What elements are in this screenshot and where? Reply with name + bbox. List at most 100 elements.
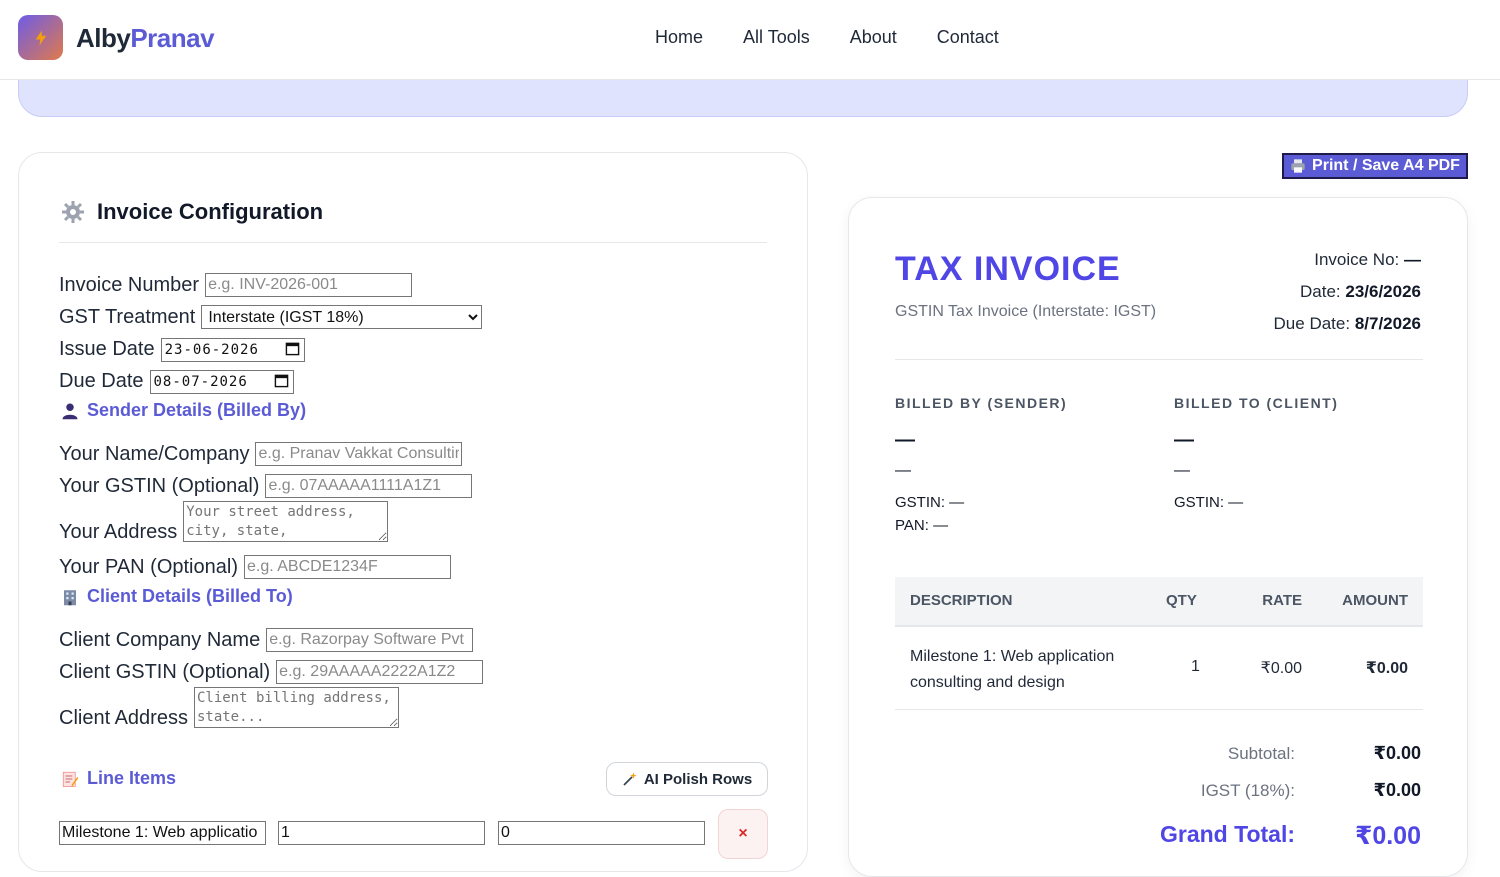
billed-to-name: — (1174, 429, 1194, 451)
due-date-label: Due Date (59, 370, 144, 392)
billed-by-pan: PAN: — (895, 517, 949, 534)
grand-total-value: ₹0.00 (1354, 822, 1421, 850)
magic-wand-icon (623, 772, 637, 786)
client-name-row: Client Company Name (59, 628, 474, 652)
subtotal-value: ₹0.00 (1373, 743, 1421, 763)
sender-pan-row: Your PAN (Optional) (59, 555, 451, 579)
invoice-subtitle: GSTIN Tax Invoice (Interstate: IGST) (895, 303, 1157, 320)
nav-all-tools[interactable]: All Tools (743, 27, 810, 48)
nav-contact[interactable]: Contact (937, 27, 999, 48)
line-item-rate-input[interactable] (498, 821, 705, 845)
ai-polish-label: AI Polish Rows (643, 770, 753, 788)
col-amount: AMOUNT (1342, 592, 1408, 609)
col-qty: QTY (1166, 592, 1197, 609)
gear-icon (62, 201, 84, 223)
divider (59, 242, 767, 243)
due-date-input[interactable] (149, 370, 294, 394)
office-building-icon (64, 589, 76, 605)
ai-polish-button[interactable]: AI Polish Rows (606, 762, 768, 796)
billed-to-block: BILLED TO (CLIENT) — — GSTIN: — (1174, 395, 1414, 511)
sender-pan-label: Your PAN (Optional) (59, 555, 238, 578)
close-icon: × (738, 825, 748, 842)
billed-by-heading: BILLED BY (SENDER) (895, 395, 1068, 411)
sender-gstin-label: Your GSTIN (Optional) (59, 474, 260, 497)
invoice-config-panel: Invoice Configuration Invoice Number GST… (18, 152, 808, 872)
sender-section-heading: Sender Details (Billed By) (61, 400, 306, 421)
invoice-number-row: Invoice Number (59, 273, 413, 297)
printer-icon (1291, 159, 1305, 173)
billed-by-block: BILLED BY (SENDER) — — GSTIN: — PAN: — (895, 395, 1135, 534)
billed-to-address: — (1174, 462, 1190, 479)
col-description: DESCRIPTION (910, 592, 1013, 609)
table-row: Milestone 1: Web application consulting … (895, 627, 1423, 710)
client-gstin-row: Client GSTIN (Optional) (59, 660, 484, 684)
invoice-due-label: Due Date: (1273, 314, 1351, 333)
grand-total-label: Grand Total: (1159, 821, 1295, 847)
divider (895, 359, 1423, 360)
client-name-input[interactable] (266, 628, 474, 652)
line-items-heading: Line Items (61, 768, 176, 789)
invoice-no-value: — (1404, 250, 1421, 269)
line-item-qty-input[interactable] (278, 821, 485, 845)
sender-gstin-input[interactable] (265, 474, 473, 498)
invoice-number-label: Invoice Number (59, 273, 200, 296)
sender-pan-input[interactable] (243, 555, 451, 579)
invoice-no-label: Invoice No: (1314, 250, 1400, 269)
line-item-description-input[interactable] (59, 821, 266, 845)
issue-date-input[interactable] (160, 338, 305, 362)
sender-name-label: Your Name/Company (59, 442, 250, 465)
calendar-icon[interactable] (285, 341, 300, 356)
client-name-label: Client Company Name (59, 628, 261, 651)
sender-address-label: Your Address (59, 521, 178, 543)
billed-by-gstin: GSTIN: — (895, 494, 965, 511)
client-gstin-label: Client GSTIN (Optional) (59, 660, 271, 683)
config-title-text: Invoice Configuration (97, 199, 324, 224)
sender-section-text: Sender Details (Billed By) (87, 400, 307, 420)
brand-part-2: Pranav (130, 23, 215, 53)
client-address-textarea[interactable] (193, 687, 399, 728)
issue-date-row: Issue Date (59, 337, 305, 362)
invoice-preview: TAX INVOICE GSTIN Tax Invoice (Interstat… (848, 197, 1468, 877)
config-title: Invoice Configuration (61, 199, 323, 225)
client-section-text: Client Details (Billed To) (87, 586, 293, 606)
row-amount: ₹0.00 (1365, 660, 1408, 677)
col-rate: RATE (1262, 592, 1302, 609)
sender-gstin-row: Your GSTIN (Optional) (59, 474, 473, 498)
invoice-meta: Invoice No: — Date: 23/6/2026 Due Date: … (1274, 244, 1421, 340)
invoice-date-value: 23/6/2026 (1345, 282, 1421, 301)
billed-to-gstin: GSTIN: — (1174, 494, 1244, 511)
memo-icon (62, 771, 79, 787)
row-qty: 1 (1191, 658, 1200, 675)
subtotal-label: Subtotal: (1227, 744, 1295, 763)
client-section-heading: Client Details (Billed To) (61, 586, 293, 607)
sender-address-row: Your Address (59, 501, 389, 543)
invoice-date-label: Date: (1299, 282, 1341, 301)
print-save-pdf-button[interactable]: Print / Save A4 PDF (1282, 153, 1468, 179)
billed-by-address: — (895, 462, 911, 479)
client-gstin-input[interactable] (276, 660, 484, 684)
invoice-number-input[interactable] (205, 273, 413, 297)
line-items-text: Line Items (87, 768, 177, 788)
client-address-label: Client Address (59, 707, 188, 729)
billed-by-name: — (895, 429, 915, 451)
sender-name-input[interactable] (255, 442, 463, 466)
due-date-row: Due Date (59, 369, 294, 394)
items-table-header: DESCRIPTION QTY RATE AMOUNT (895, 577, 1423, 627)
gst-treatment-select[interactable]: Interstate (IGST 18%) (201, 305, 483, 329)
sender-name-row: Your Name/Company (59, 442, 463, 466)
main-nav: Home All Tools About Contact (655, 27, 999, 48)
nav-home[interactable]: Home (655, 27, 703, 48)
row-description: Milestone 1: Web application consulting … (910, 648, 1115, 691)
sender-address-textarea[interactable] (183, 501, 389, 542)
nav-about[interactable]: About (850, 27, 897, 48)
billed-to-heading: BILLED TO (CLIENT) (1174, 395, 1339, 411)
invoice-title: TAX INVOICE (895, 250, 1121, 288)
brand-name[interactable]: AlbyPranav (76, 23, 215, 54)
logo-bolt-icon[interactable] (18, 15, 63, 60)
row-rate: ₹0.00 (1260, 660, 1302, 677)
brand-part-1: Alby (76, 23, 131, 53)
calendar-icon[interactable] (274, 373, 289, 388)
client-address-row: Client Address (59, 687, 399, 729)
invoice-due-value: 8/7/2026 (1354, 314, 1421, 333)
gst-treatment-row: GST Treatment Interstate (IGST 18%) (59, 305, 483, 329)
